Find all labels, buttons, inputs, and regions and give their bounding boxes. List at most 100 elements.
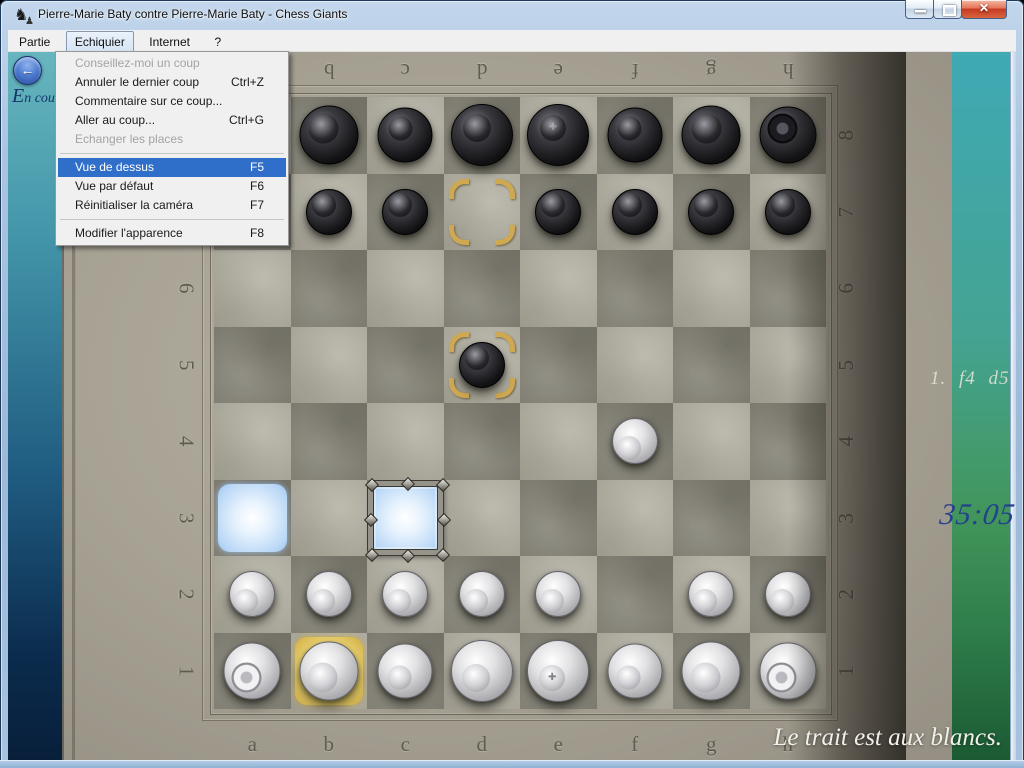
piece-black-pawn-e7[interactable] bbox=[535, 189, 581, 235]
piece-black-pawn-b7[interactable] bbox=[306, 189, 352, 235]
piece-white-pawn-c2[interactable] bbox=[382, 571, 428, 617]
gold-corner-icon bbox=[449, 179, 469, 199]
square-f3[interactable] bbox=[597, 480, 674, 557]
piece-black-knight-g8[interactable] bbox=[682, 106, 741, 165]
piece-black-king-e8[interactable] bbox=[527, 104, 589, 166]
square-e4[interactable] bbox=[520, 403, 597, 480]
window-bottom-border bbox=[0, 760, 1024, 768]
square-g6[interactable] bbox=[673, 250, 750, 327]
piece-black-bishop-c8[interactable] bbox=[378, 108, 433, 163]
square-e5[interactable] bbox=[520, 327, 597, 404]
pawn-head bbox=[234, 589, 258, 613]
gold-corner-icon bbox=[449, 225, 469, 245]
maximize-icon bbox=[943, 5, 956, 16]
piece-black-pawn-f7[interactable] bbox=[612, 189, 658, 235]
menu-item-vue-de-dessus[interactable]: Vue de dessus F5 bbox=[58, 158, 286, 177]
square-f6[interactable] bbox=[597, 250, 674, 327]
square-b4[interactable] bbox=[291, 403, 368, 480]
square-d6[interactable] bbox=[444, 250, 521, 327]
menu-item-shortcut: F5 bbox=[250, 158, 264, 177]
file-label-bottom-g: g bbox=[673, 731, 750, 757]
close-icon: ✕ bbox=[962, 1, 1006, 15]
chess-knight-icon: ♞♟ bbox=[14, 7, 34, 25]
square-f2[interactable] bbox=[597, 556, 674, 633]
menu-item-vue-par-defaut[interactable]: Vue par défautF6 bbox=[58, 177, 286, 196]
square-e3[interactable] bbox=[520, 480, 597, 557]
square-b6[interactable] bbox=[291, 250, 368, 327]
menu-item-reinitialiser-la-camera[interactable]: Réinitialiser la caméraF7 bbox=[58, 196, 286, 215]
piece-white-bishop-f1[interactable] bbox=[607, 643, 662, 698]
window-title: Pierre-Marie Baty contre Pierre-Marie Ba… bbox=[38, 7, 347, 21]
square-c4[interactable] bbox=[367, 403, 444, 480]
piece-white-pawn-b2[interactable] bbox=[306, 571, 352, 617]
piece-white-pawn-a2[interactable] bbox=[229, 571, 275, 617]
menu-item-label: Vue de dessus bbox=[75, 158, 154, 177]
file-label-bottom-b: b bbox=[291, 731, 368, 757]
minimize-icon bbox=[915, 10, 926, 13]
file-label-top-c: c bbox=[367, 58, 444, 84]
square-d4[interactable] bbox=[444, 403, 521, 480]
chess-board bbox=[214, 97, 826, 709]
square-a5[interactable] bbox=[214, 327, 291, 404]
piece-black-bishop-f8[interactable] bbox=[607, 108, 662, 163]
menu-item-commentaire-sur-ce-coup[interactable]: Commentaire sur ce coup... bbox=[58, 92, 286, 111]
piece-white-pawn-d2[interactable] bbox=[459, 571, 505, 617]
rank-label-left-5: 5 bbox=[148, 349, 225, 381]
square-f5[interactable] bbox=[597, 327, 674, 404]
menu-item-aller-au-coup[interactable]: Aller au coup...Ctrl+G bbox=[58, 111, 286, 130]
square-g5[interactable] bbox=[673, 327, 750, 404]
bishop-head bbox=[617, 666, 641, 690]
menu-item-annuler-le-dernier-coup[interactable]: Annuler le dernier coupCtrl+Z bbox=[58, 73, 286, 92]
piece-white-rook-a1[interactable] bbox=[224, 642, 281, 699]
piece-black-pawn-g7[interactable] bbox=[688, 189, 734, 235]
pawn-head bbox=[464, 589, 488, 613]
square-b3[interactable] bbox=[291, 480, 368, 557]
title-bar[interactable]: ♞♟ Pierre-Marie Baty contre Pierre-Marie… bbox=[8, 0, 1016, 30]
rank-label-left-6: 6 bbox=[148, 272, 225, 304]
close-button[interactable]: ✕ bbox=[961, 0, 1007, 19]
queen-head bbox=[463, 114, 491, 142]
square-b5[interactable] bbox=[291, 327, 368, 404]
file-label-bottom-d: d bbox=[444, 731, 521, 757]
bishop-head bbox=[387, 666, 411, 690]
back-button[interactable]: ← bbox=[13, 56, 42, 85]
menu-item-shortcut: Ctrl+G bbox=[229, 111, 264, 130]
piece-white-knight-b1[interactable] bbox=[299, 641, 358, 700]
menu-item-label: Réinitialiser la caméra bbox=[75, 196, 193, 215]
menubar-item-partie[interactable]: Partie bbox=[10, 31, 59, 54]
minimize-button[interactable] bbox=[905, 0, 934, 19]
piece-black-pawn-c7[interactable] bbox=[382, 189, 428, 235]
menu-item-modifier-l-apparence[interactable]: Modifier l'apparenceF8 bbox=[58, 224, 286, 243]
piece-white-pawn-f4[interactable] bbox=[612, 418, 658, 464]
menu-separator bbox=[58, 215, 286, 224]
pawn-head bbox=[312, 193, 336, 217]
piece-white-pawn-e2[interactable] bbox=[535, 571, 581, 617]
square-g4[interactable] bbox=[673, 403, 750, 480]
square-a6[interactable] bbox=[214, 250, 291, 327]
piece-black-pawn-d5[interactable] bbox=[459, 342, 505, 388]
piece-white-king-e1[interactable] bbox=[527, 640, 589, 702]
pawn-head bbox=[387, 589, 411, 613]
queen-head bbox=[462, 664, 490, 692]
piece-black-queen-d8[interactable] bbox=[451, 104, 513, 166]
piece-white-bishop-c1[interactable] bbox=[378, 643, 433, 698]
square-a4[interactable] bbox=[214, 403, 291, 480]
square-c5[interactable] bbox=[367, 327, 444, 404]
pawn-head bbox=[693, 589, 717, 613]
piece-white-queen-d1[interactable] bbox=[451, 640, 513, 702]
piece-black-knight-b8[interactable] bbox=[299, 106, 358, 165]
maximize-button[interactable] bbox=[933, 0, 962, 19]
file-label-bottom-a: a bbox=[214, 731, 291, 757]
gold-corner-icon bbox=[495, 225, 515, 245]
square-c6[interactable] bbox=[367, 250, 444, 327]
side-panel-scrollbar[interactable] bbox=[1010, 52, 1016, 760]
menu-separator bbox=[58, 149, 286, 158]
bishop-head bbox=[618, 116, 642, 140]
square-e6[interactable] bbox=[520, 250, 597, 327]
square-d3[interactable] bbox=[444, 480, 521, 557]
menu-item-label: Vue par défaut bbox=[75, 177, 153, 196]
piece-white-pawn-g2[interactable] bbox=[688, 571, 734, 617]
piece-white-knight-g1[interactable] bbox=[682, 641, 741, 700]
file-label-bottom-e: e bbox=[520, 731, 597, 757]
square-g3[interactable] bbox=[673, 480, 750, 557]
